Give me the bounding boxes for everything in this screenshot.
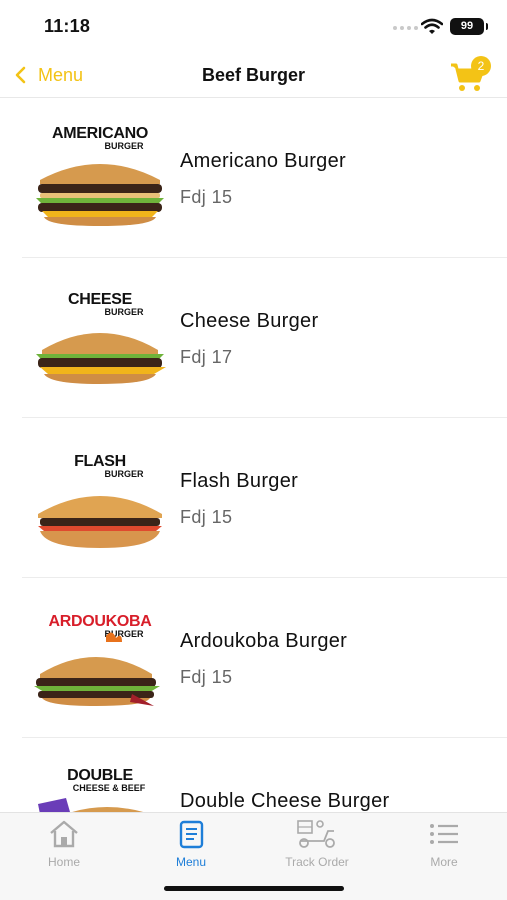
menu-item-ardoukoba-burger[interactable]: ARDOUKOBA BURGER Ardoukoba Burger Fdj 15 — [22, 578, 507, 738]
item-name: Americano Burger — [180, 150, 346, 172]
tab-more[interactable]: More — [394, 819, 494, 871]
menu-list: AMERICANO BURGER Americano Burger Fdj 15 … — [0, 98, 507, 812]
menu-item-flash-burger[interactable]: FLASH BURGER Flash Burger Fdj 15 — [22, 418, 507, 578]
home-indicator — [164, 886, 344, 891]
tab-home-label: Home — [47, 855, 80, 869]
menu-item-cheese-burger[interactable]: CHEESE BURGER Cheese Burger Fdj 17 — [22, 258, 507, 418]
menu-book-icon — [179, 820, 204, 849]
tab-track-order-label: Track Order — [285, 855, 349, 869]
battery-icon: 99 — [450, 18, 488, 35]
burger-image — [34, 632, 160, 706]
item-image: DOUBLE CHEESE & BEEF — [26, 758, 174, 812]
item-price: Fdj 15 — [180, 667, 233, 687]
menu-item-double-cheese-burger[interactable]: DOUBLE CHEESE & BEEF Double Cheese Burger — [22, 738, 507, 812]
status-bar: 11:18 99 — [0, 0, 507, 52]
page-title: Beef Burger — [201, 65, 306, 85]
burger-image — [36, 333, 166, 384]
delivery-scooter-icon — [297, 820, 335, 848]
wifi-icon — [421, 18, 443, 34]
burger-image — [38, 496, 162, 548]
item-image: AMERICANO BURGER — [26, 118, 174, 238]
item-image: ARDOUKOBA BURGER — [26, 598, 174, 718]
tab-home[interactable]: Home — [14, 819, 114, 871]
item-name: Flash Burger — [180, 470, 299, 492]
item-price: Fdj 17 — [180, 347, 233, 367]
item-image: FLASH BURGER — [26, 438, 174, 558]
burger-image — [38, 798, 144, 812]
item-name: Cheese Burger — [180, 310, 319, 332]
cellular-signal-icon — [393, 26, 418, 30]
tab-more-label: More — [430, 855, 458, 869]
cart-count-badge: 2 — [471, 56, 491, 76]
menu-item-americano-burger[interactable]: AMERICANO BURGER Americano Burger Fdj 15 — [22, 98, 507, 258]
tab-track-order[interactable]: Track Order — [267, 819, 367, 871]
navigation-bar: Menu Beef Burger 2 — [0, 52, 507, 98]
item-price: Fdj 15 — [180, 187, 233, 207]
item-price: Fdj 15 — [180, 507, 233, 527]
status-time: 11:18 — [44, 16, 91, 36]
list-icon — [430, 824, 458, 844]
home-icon — [50, 820, 78, 848]
burger-image — [36, 164, 164, 226]
item-name: Ardoukoba Burger — [180, 630, 348, 652]
item-image: CHEESE BURGER — [26, 278, 174, 398]
item-name: Double Cheese Burger — [180, 790, 390, 812]
tab-menu[interactable]: Menu — [141, 819, 241, 871]
item-brand-text: AMERICANO BURGER — [52, 125, 148, 151]
cart-button[interactable]: 2 — [448, 56, 498, 94]
tab-menu-label: Menu — [175, 855, 207, 869]
